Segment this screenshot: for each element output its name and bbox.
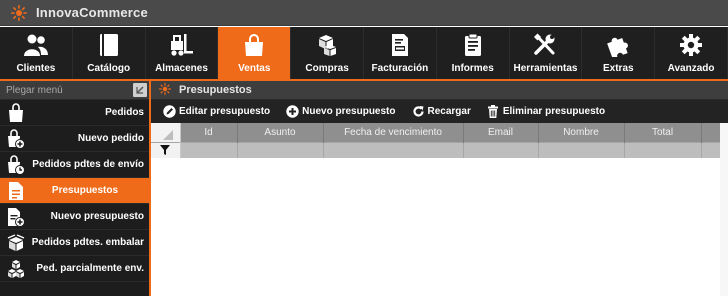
title-bar: InnovaCommerce <box>0 0 728 26</box>
sidebar-item-nuevo-pedido[interactable]: Nuevo pedido <box>0 126 151 152</box>
puzzle-icon <box>607 37 629 57</box>
sun-logo-icon <box>10 4 28 22</box>
tab-label: Extras <box>602 63 634 74</box>
tab-label: Facturación <box>371 63 429 74</box>
toolbar-label: Recargar <box>427 106 471 117</box>
filter-cell-nombre[interactable] <box>538 141 625 158</box>
sidebar-item-label: Nuevo presupuesto <box>50 211 144 222</box>
tab-avanzado[interactable]: Avanzado <box>655 27 728 79</box>
grid-filter-row <box>151 141 728 158</box>
edit-icon <box>163 105 176 118</box>
document-icon <box>6 180 26 202</box>
sidebar-item-label: Pedidos pdtes de envío <box>32 159 144 170</box>
tab-label: Clientes <box>16 63 56 74</box>
panel-header: Presupuestos <box>151 81 728 100</box>
tab-label: Compras <box>305 63 349 74</box>
stacked-boxes-icon <box>6 258 26 280</box>
panel-title: Presupuestos <box>179 84 252 96</box>
budgets-grid: Id Asunto Fecha de vencimiento Email Nom… <box>151 123 728 158</box>
tab-label: Informes <box>451 63 494 74</box>
sidebar-item-label: Pedidos <box>105 107 144 118</box>
book-icon <box>99 34 118 56</box>
column-header-fecha-vencimiento[interactable]: Fecha de vencimiento <box>323 123 464 142</box>
filter-icon[interactable] <box>151 141 181 158</box>
document-plus-icon <box>6 206 26 228</box>
ribbon-menu: Clientes Catálogo Almacenes Ventas Compr… <box>0 27 728 79</box>
gear-icon <box>680 34 703 56</box>
shopping-bag-icon <box>245 34 264 56</box>
tab-compras[interactable]: Compras <box>291 27 364 79</box>
edit-budget-button[interactable]: Editar presupuesto <box>163 105 270 118</box>
column-header-id[interactable]: Id <box>180 123 238 142</box>
sidebar-item-presupuestos[interactable]: Presupuestos <box>0 178 151 204</box>
filter-cell-email[interactable] <box>463 141 539 158</box>
boxes-icon <box>319 35 337 56</box>
toolbar-label: Editar presupuesto <box>179 106 271 117</box>
column-header-email[interactable]: Email <box>463 123 539 142</box>
filter-cell-total[interactable] <box>624 141 702 158</box>
grid-header-row: Id Asunto Fecha de vencimiento Email Nom… <box>151 123 728 142</box>
bag-icon <box>6 102 26 124</box>
collapse-icon[interactable] <box>133 83 147 97</box>
tab-catalogo[interactable]: Catálogo <box>73 27 146 79</box>
main-panel: Presupuestos Editar presupuesto Nuevo pr… <box>151 81 728 296</box>
tab-herramientas[interactable]: Herramientas <box>510 27 583 79</box>
filter-cell-id[interactable] <box>180 141 238 158</box>
column-header-asunto[interactable]: Asunto <box>237 123 324 142</box>
column-header-nombre[interactable]: Nombre <box>538 123 625 142</box>
add-circle-icon <box>286 105 299 118</box>
tab-label: Almacenes <box>155 63 208 74</box>
tab-facturacion[interactable]: Facturación <box>364 27 437 79</box>
trash-icon <box>487 105 500 118</box>
forklift-icon <box>171 34 194 56</box>
tab-informes[interactable]: Informes <box>437 27 510 79</box>
reload-button[interactable]: Recargar <box>412 105 471 118</box>
tab-ventas[interactable]: Ventas <box>218 27 292 79</box>
corner-triangle-icon <box>163 129 173 140</box>
filter-cell-fecha-vencimiento[interactable] <box>323 141 464 158</box>
grid-corner-cell <box>151 123 181 142</box>
toolbar: Editar presupuesto Nuevo presupuesto Rec… <box>151 100 728 123</box>
sidebar-item-pedidos-pdtes-envio[interactable]: Pedidos pdtes de envío <box>0 152 151 178</box>
filter-cell-asunto[interactable] <box>237 141 324 158</box>
bag-clock-icon <box>6 154 26 176</box>
sidebar-item-label: Presupuestos <box>51 185 119 196</box>
sidebar-item-label: Ped. parcialmente env. <box>36 263 144 274</box>
sidebar-item-nuevo-presupuesto[interactable]: Nuevo presupuesto <box>0 204 151 230</box>
sidebar-item-label: Nuevo pedido <box>77 133 144 144</box>
grid-empty-area <box>720 123 728 296</box>
tools-icon <box>534 33 555 55</box>
tab-label: Avanzado <box>667 63 715 74</box>
tab-almacenes[interactable]: Almacenes <box>146 27 219 79</box>
sidebar-item-pedidos[interactable]: Pedidos <box>0 100 151 126</box>
tab-clientes[interactable]: Clientes <box>0 27 73 79</box>
open-box-icon <box>6 232 26 254</box>
toolbar-label: Nuevo presupuesto <box>302 106 396 117</box>
tab-label: Herramientas <box>513 63 578 74</box>
toolbar-label: Eliminar presupuesto <box>502 106 606 117</box>
sun-icon <box>159 82 171 98</box>
column-header-total[interactable]: Total <box>624 123 702 142</box>
invoice-icon <box>391 34 408 56</box>
delete-budget-button[interactable]: Eliminar presupuesto <box>487 105 605 118</box>
tab-label: Ventas <box>238 63 271 74</box>
tab-label: Catálogo <box>87 63 131 74</box>
users-icon <box>23 34 48 56</box>
sidebar-item-ped-parcialmente-env[interactable]: Ped. parcialmente env. <box>0 256 151 282</box>
tab-extras[interactable]: Extras <box>582 27 656 79</box>
app-title: InnovaCommerce <box>36 5 148 20</box>
report-icon <box>464 33 481 56</box>
sidebar-collapse-bar <box>0 81 151 100</box>
new-budget-button[interactable]: Nuevo presupuesto <box>286 105 396 118</box>
sidebar-search-input[interactable] <box>6 84 116 96</box>
refresh-icon <box>412 105 425 118</box>
sidebar-item-label: Pedidos pdtes. embalar <box>31 237 144 248</box>
sidebar: Pedidos Nuevo pedido Pedidos pdtes de en… <box>0 81 151 296</box>
sidebar-item-pedidos-pdtes-embalar[interactable]: Pedidos pdtes. embalar <box>0 230 151 256</box>
bag-plus-icon <box>6 128 26 150</box>
